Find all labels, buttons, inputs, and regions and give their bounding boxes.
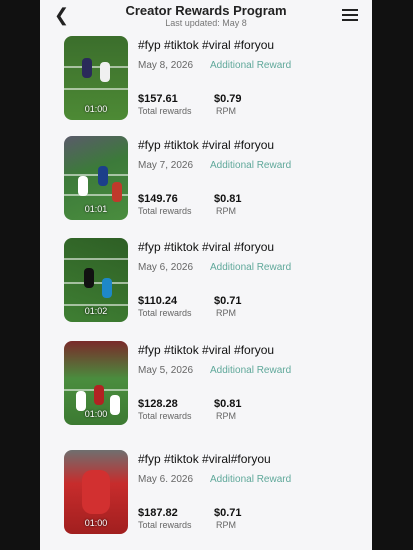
rpm-label: RPM: [216, 308, 236, 318]
video-thumbnail[interactable]: 01:00: [64, 36, 128, 120]
hamburger-menu-icon[interactable]: [342, 9, 358, 24]
video-duration: 01:02: [84, 306, 108, 316]
phone-bezel-left: [0, 0, 40, 550]
list-item[interactable]: 01:00 #fyp #tiktok #viral #foryou May 5,…: [40, 337, 372, 437]
total-rewards-label: Total rewards: [138, 411, 192, 421]
total-rewards-value: $157.61: [138, 93, 178, 105]
total-rewards-value: $149.76: [138, 193, 178, 205]
phone-bezel-right: [372, 0, 413, 550]
video-date: May 8, 2026: [138, 60, 194, 71]
total-rewards-label: Total rewards: [138, 520, 192, 530]
total-rewards-label: Total rewards: [138, 308, 192, 318]
rpm-label: RPM: [216, 206, 236, 216]
video-duration: 01:00: [84, 409, 108, 419]
list-item[interactable]: 01:00 #fyp #tiktok #viral #foryou May 8,…: [40, 32, 372, 132]
video-date: May 5, 2026: [138, 365, 194, 376]
rpm-value: $0.81: [214, 398, 242, 410]
rpm-value: $0.71: [214, 295, 242, 307]
app-screen: ❮ Creator Rewards Program Last updated: …: [40, 0, 372, 550]
video-thumbnail[interactable]: 01:01: [64, 136, 128, 220]
page-title: Creator Rewards Program: [125, 3, 287, 18]
additional-reward-link[interactable]: Additional Reward: [210, 365, 291, 376]
total-rewards-value: $128.28: [138, 398, 178, 410]
total-rewards-value: $110.24: [138, 295, 178, 307]
total-rewards-value: $187.82: [138, 507, 178, 519]
video-thumbnail[interactable]: 01:00: [64, 450, 128, 534]
list-item[interactable]: 01:01 #fyp #tiktok #viral #foryou May 7,…: [40, 132, 372, 232]
video-thumbnail[interactable]: 01:02: [64, 238, 128, 322]
additional-reward-link[interactable]: Additional Reward: [210, 160, 291, 171]
video-hashtags: #fyp #tiktok #viral #foryou: [138, 240, 275, 254]
header: ❮ Creator Rewards Program Last updated: …: [40, 0, 372, 32]
additional-reward-link[interactable]: Additional Reward: [210, 60, 291, 71]
video-duration: 01:00: [84, 518, 108, 528]
rpm-value: $0.79: [214, 93, 242, 105]
rpm-value: $0.71: [214, 507, 242, 519]
video-hashtags: #fyp #tiktok #viral #foryou: [138, 138, 275, 152]
list-item[interactable]: 01:02 #fyp #tiktok #viral #foryou May 6,…: [40, 234, 372, 334]
additional-reward-link[interactable]: Additional Reward: [210, 262, 291, 273]
total-rewards-label: Total rewards: [138, 106, 192, 116]
video-thumbnail[interactable]: 01:00: [64, 341, 128, 425]
video-hashtags: #fyp #tiktok #viral#foryou: [138, 452, 271, 466]
rpm-label: RPM: [216, 106, 236, 116]
rpm-label: RPM: [216, 520, 236, 530]
total-rewards-label: Total rewards: [138, 206, 192, 216]
last-updated-text: Last updated: May 8: [165, 18, 247, 28]
rpm-label: RPM: [216, 411, 236, 421]
additional-reward-link[interactable]: Additional Reward: [210, 474, 291, 485]
video-hashtags: #fyp #tiktok #viral #foryou: [138, 38, 275, 52]
rpm-value: $0.81: [214, 193, 242, 205]
video-date: May 6, 2026: [138, 262, 194, 273]
video-date: May 6. 2026: [138, 474, 194, 485]
video-duration: 01:01: [84, 204, 108, 214]
video-hashtags: #fyp #tiktok #viral #foryou: [138, 343, 275, 357]
video-date: May 7, 2026: [138, 160, 194, 171]
list-item[interactable]: 01:00 #fyp #tiktok #viral#foryou May 6. …: [40, 446, 372, 546]
video-duration: 01:00: [84, 104, 108, 114]
